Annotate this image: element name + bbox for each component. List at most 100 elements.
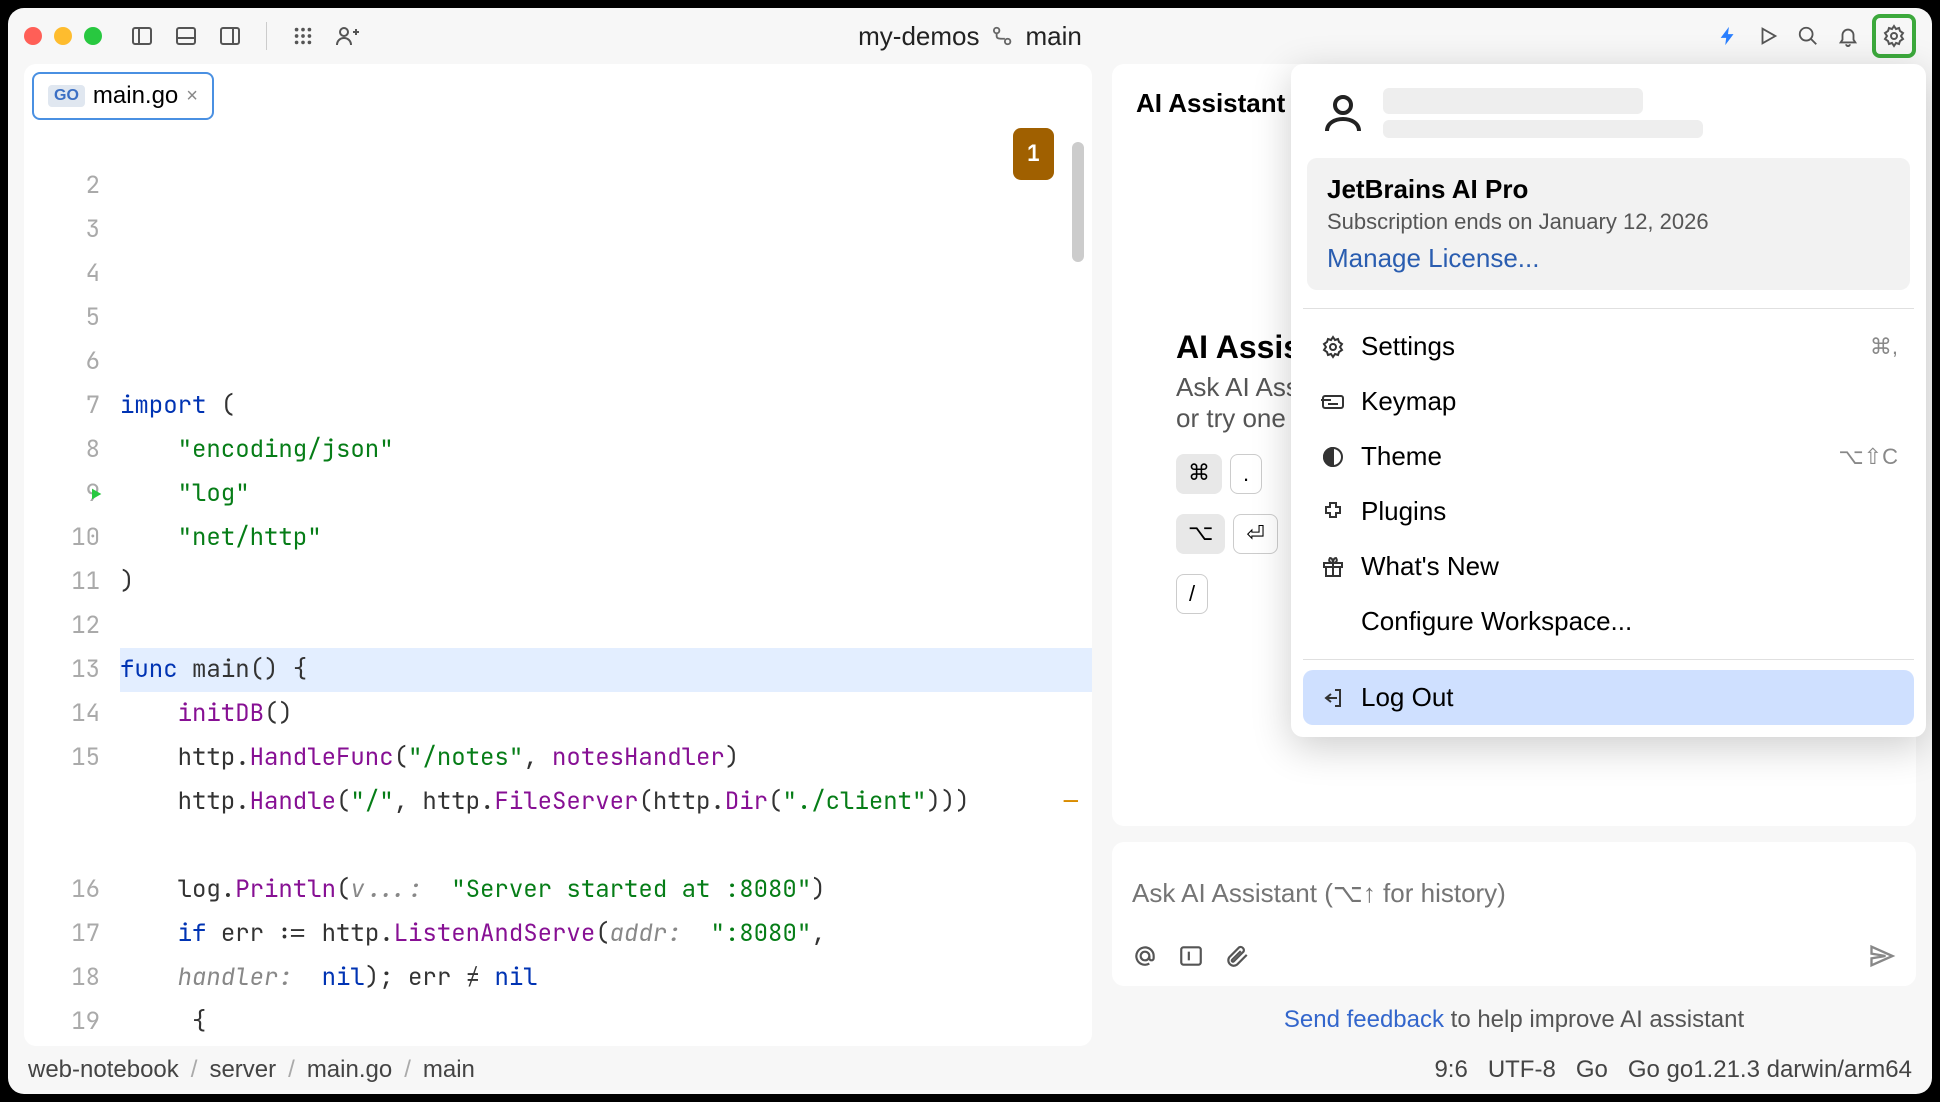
close-window-button[interactable] [24, 27, 42, 45]
code-line[interactable]: initDB() [120, 692, 1092, 736]
gutter-line: 6 [24, 340, 100, 384]
popup-item-keymap[interactable]: Keymap [1303, 374, 1914, 429]
branch-icon [992, 25, 1014, 47]
send-icon[interactable] [1868, 942, 1896, 970]
panel-bottom-icon[interactable] [170, 20, 202, 52]
crumb-1: server [209, 1056, 276, 1084]
gear-icon [1319, 333, 1347, 361]
gutter-line: 19 [24, 1000, 100, 1044]
scrollbar[interactable] [1072, 142, 1084, 262]
project-breadcrumb[interactable]: my-demos main [858, 21, 1082, 52]
gutter-line: 17 [24, 912, 100, 956]
code-editor[interactable]: 2345678910111213141516171819 1 import ( … [24, 120, 1092, 1046]
language[interactable]: Go [1576, 1056, 1608, 1084]
gutter-line: 2 [24, 164, 100, 208]
breadcrumb[interactable]: web-notebook / server / main.go / main [28, 1056, 475, 1084]
kbd-dot: . [1230, 454, 1262, 494]
code-line[interactable]: http.HandleFunc("/notes", notesHandler) [120, 736, 1092, 780]
maximize-window-button[interactable] [84, 27, 102, 45]
code-line[interactable]: import ( [120, 384, 1092, 428]
gutter-line: 4 [24, 252, 100, 296]
close-tab-icon[interactable]: × [186, 85, 198, 108]
project-name: my-demos [858, 21, 979, 52]
crumb-3: main [423, 1056, 475, 1084]
keyboard-icon [1319, 388, 1347, 416]
gutter-line: 5 [24, 296, 100, 340]
code-line[interactable]: "encoding/json" [120, 428, 1092, 472]
gutter-line: 8 [24, 428, 100, 472]
code-line[interactable]: func main() { [120, 648, 1092, 692]
popup-item-settings[interactable]: Settings ⌘, [1303, 319, 1914, 374]
gift-icon [1319, 553, 1347, 581]
gutter-line: 15 [24, 736, 100, 780]
popup-item-theme[interactable]: Theme ⌥⇧C [1303, 429, 1914, 484]
bolt-icon[interactable] [1712, 20, 1744, 52]
gutter-line: 11 [24, 560, 100, 604]
code-line[interactable] [120, 604, 1092, 648]
crumb-2: main.go [307, 1056, 392, 1084]
run-gutter-icon[interactable] [88, 486, 104, 502]
code-line[interactable]: "log" [120, 472, 1092, 516]
ai-input[interactable] [1132, 858, 1896, 928]
mention-icon[interactable] [1132, 943, 1158, 969]
kbd-slash: / [1176, 574, 1208, 614]
kbd-enter: ⏎ [1233, 514, 1277, 554]
gutter-line: 7 [24, 384, 100, 428]
feedback-rest: to help improve AI assistant [1444, 1006, 1744, 1033]
add-user-icon[interactable] [331, 20, 363, 52]
feedback-line: Send feedback to help improve AI assista… [1112, 1002, 1916, 1046]
user-email-blurred [1383, 120, 1703, 138]
code-line[interactable]: log.Println(v...: "Server started at :80… [120, 868, 1092, 912]
popup-item-logout[interactable]: Log Out [1303, 670, 1914, 725]
code-line[interactable] [120, 296, 1092, 340]
panel-right-icon[interactable] [214, 20, 246, 52]
code-line[interactable] [120, 340, 1092, 384]
panel-left-icon[interactable] [126, 20, 158, 52]
user-avatar-icon [1319, 89, 1367, 137]
code-line[interactable]: "net/http" [120, 516, 1092, 560]
gutter-line [24, 120, 100, 164]
run-icon[interactable] [1752, 20, 1784, 52]
gutter-line: 10 [24, 516, 100, 560]
popup-user-row [1303, 76, 1914, 150]
code-block-icon[interactable] [1178, 943, 1204, 969]
manage-license-link[interactable]: Manage License... [1327, 243, 1539, 274]
cursor-position[interactable]: 9:6 [1434, 1056, 1467, 1084]
code-line[interactable]: http.Handle("/", http.FileServer(http.Di… [120, 780, 1092, 824]
popup-item-plugins[interactable]: Plugins [1303, 484, 1914, 539]
popup-item-workspace[interactable]: Configure Workspace... [1303, 594, 1914, 649]
code-line[interactable] [120, 824, 1092, 868]
traffic-lights [24, 27, 102, 45]
tab-main-go[interactable]: GO main.go × [32, 72, 214, 120]
encoding[interactable]: UTF-8 [1488, 1056, 1556, 1084]
minimize-window-button[interactable] [54, 27, 72, 45]
settings-button-highlighted[interactable] [1872, 14, 1916, 58]
gutter-line: 18 [24, 956, 100, 1000]
code-line[interactable]: handler: nil); err ≠ nil [120, 956, 1092, 1000]
inspection-marker[interactable]: — [1064, 780, 1078, 824]
subscription-title: JetBrains AI Pro [1327, 174, 1890, 205]
sdk[interactable]: Go go1.21.3 darwin/arm64 [1628, 1056, 1912, 1084]
crumb-0: web-notebook [28, 1056, 179, 1084]
code-line[interactable]: log.Fatal(err) [120, 1044, 1092, 1046]
gutter-line [24, 824, 100, 868]
popup-item-whatsnew[interactable]: What's New [1303, 539, 1914, 594]
grid-icon[interactable] [287, 20, 319, 52]
warnings-badge[interactable]: 1 [1013, 128, 1054, 180]
subscription-date: Subscription ends on January 12, 2026 [1327, 209, 1890, 235]
search-icon[interactable] [1792, 20, 1824, 52]
code-line[interactable]: ) [120, 560, 1092, 604]
code-line[interactable]: if err := http.ListenAndServe(addr: ":80… [120, 912, 1092, 956]
code-line[interactable]: { [120, 1000, 1092, 1044]
branch-name: main [1026, 21, 1082, 52]
subscription-box: JetBrains AI Pro Subscription ends on Ja… [1307, 158, 1910, 290]
titlebar: my-demos main [8, 8, 1932, 64]
plugin-icon [1319, 498, 1347, 526]
bell-icon[interactable] [1832, 20, 1864, 52]
gutter-line: 14 [24, 692, 100, 736]
attachment-icon[interactable] [1224, 943, 1250, 969]
kbd-opt: ⌥ [1176, 514, 1225, 554]
feedback-link[interactable]: Send feedback [1284, 1006, 1444, 1033]
shortcut-label: ⌥⇧C [1838, 444, 1898, 470]
kbd-cmd: ⌘ [1176, 454, 1222, 494]
